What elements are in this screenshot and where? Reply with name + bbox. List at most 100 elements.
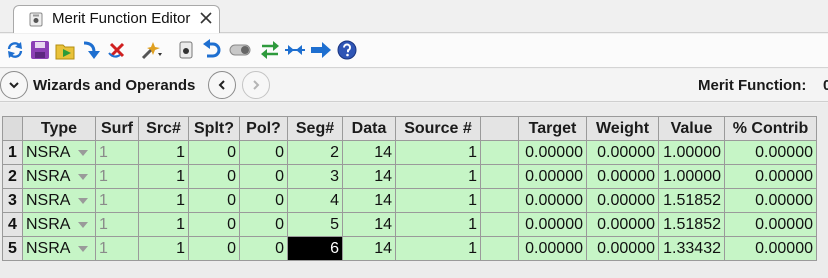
splt-cell[interactable]: 0 [188,212,240,237]
weight-cell[interactable]: 0.00000 [586,188,659,213]
surf-cell[interactable]: 1 [95,140,139,165]
arrow-right-icon[interactable] [310,39,332,61]
value-cell[interactable]: 1.00000 [658,140,725,165]
surf-cell[interactable]: 1 [95,164,139,189]
splt-cell[interactable]: 0 [188,164,240,189]
column-header[interactable] [480,116,519,141]
contrib-cell[interactable]: 0.00000 [724,212,817,237]
source-cell[interactable]: 1 [395,164,481,189]
value-cell[interactable]: 1.00000 [658,164,725,189]
source-cell[interactable]: 1 [395,140,481,165]
source-cell[interactable]: 1 [395,188,481,213]
contrib-cell[interactable]: 0.00000 [724,140,817,165]
chevron-down-icon[interactable] [78,198,88,204]
weight-cell[interactable]: 0.00000 [586,236,659,261]
seg-cell[interactable]: 3 [287,164,343,189]
seg-cell[interactable]: 5 [287,212,343,237]
help-icon[interactable] [336,39,358,61]
column-header[interactable]: % Contrib [724,116,817,141]
target-cell[interactable]: 0.00000 [518,140,587,165]
row-number[interactable]: 4 [2,212,23,237]
type-cell[interactable]: NSRA [22,164,96,189]
contrib-cell[interactable]: 0.00000 [724,164,817,189]
weight-cell[interactable]: 0.00000 [586,140,659,165]
chevron-down-icon[interactable] [78,246,88,252]
blank-cell[interactable] [480,236,519,261]
delete-icon[interactable] [106,39,128,61]
target-cell[interactable]: 0.00000 [518,236,587,261]
value-cell[interactable]: 1.33432 [658,236,725,261]
pol-cell[interactable]: 0 [239,236,288,261]
blank-cell[interactable] [480,212,519,237]
undo-icon[interactable] [201,39,223,61]
device-icon[interactable] [175,39,197,61]
weight-cell[interactable]: 0.00000 [586,164,659,189]
value-cell[interactable]: 1.51852 [658,188,725,213]
src-cell[interactable]: 1 [138,236,189,261]
data-cell[interactable]: 14 [342,236,396,261]
toggle-icon[interactable] [229,39,251,61]
row-number[interactable]: 5 [2,236,23,261]
refresh-icon[interactable] [4,39,26,61]
data-cell[interactable]: 14 [342,188,396,213]
surf-cell[interactable]: 1 [95,212,139,237]
target-cell[interactable]: 0.00000 [518,164,587,189]
pol-cell[interactable]: 0 [239,188,288,213]
load-icon[interactable] [54,39,76,61]
column-header[interactable]: Seg# [287,116,343,141]
contrib-cell[interactable]: 0.00000 [724,188,817,213]
contrib-cell[interactable]: 0.00000 [724,236,817,261]
seg-cell[interactable]: 2 [287,140,343,165]
surf-cell[interactable]: 1 [95,188,139,213]
target-cell[interactable]: 0.00000 [518,212,587,237]
type-cell[interactable]: NSRA [22,236,96,261]
column-header[interactable]: Type [22,116,96,141]
pol-cell[interactable]: 0 [239,212,288,237]
chevron-down-icon[interactable] [78,150,88,156]
splt-cell[interactable]: 0 [188,236,240,261]
save-icon[interactable] [29,39,51,61]
row-number[interactable]: 2 [2,164,23,189]
target-cell[interactable]: 0.00000 [518,188,587,213]
tab-merit-function-editor[interactable]: Merit Function Editor [13,5,220,33]
column-header[interactable]: Value [658,116,725,141]
pol-cell[interactable]: 0 [239,164,288,189]
column-header[interactable]: Source # [395,116,481,141]
surf-cell[interactable]: 1 [95,236,139,261]
insert-icon[interactable] [80,39,102,61]
row-number[interactable]: 3 [2,188,23,213]
expand-wizards-button[interactable] [0,71,28,99]
data-cell[interactable]: 14 [342,164,396,189]
src-cell[interactable]: 1 [138,188,189,213]
seg-cell-selected[interactable]: 6 [287,236,343,261]
value-cell[interactable]: 1.51852 [658,212,725,237]
column-header[interactable]: Data [342,116,396,141]
corner-header[interactable] [2,116,23,141]
blank-cell[interactable] [480,164,519,189]
column-header[interactable]: Pol? [239,116,288,141]
column-header[interactable]: Src# [138,116,189,141]
type-cell[interactable]: NSRA [22,140,96,165]
wizard-icon[interactable] [140,39,162,61]
weight-cell[interactable]: 0.00000 [586,212,659,237]
src-cell[interactable]: 1 [138,140,189,165]
data-cell[interactable]: 14 [342,140,396,165]
data-cell[interactable]: 14 [342,212,396,237]
splt-cell[interactable]: 0 [188,188,240,213]
row-number[interactable]: 1 [2,140,23,165]
previous-button[interactable] [208,71,236,99]
chevron-down-icon[interactable] [78,174,88,180]
source-cell[interactable]: 1 [395,212,481,237]
type-cell[interactable]: NSRA [22,188,96,213]
source-cell[interactable]: 1 [395,236,481,261]
column-header[interactable]: Splt? [188,116,240,141]
compress-icon[interactable] [284,39,306,61]
type-cell[interactable]: NSRA [22,212,96,237]
seg-cell[interactable]: 4 [287,188,343,213]
src-cell[interactable]: 1 [138,164,189,189]
column-header[interactable]: Target [518,116,587,141]
chevron-down-icon[interactable] [78,222,88,228]
close-icon[interactable] [198,10,214,26]
splt-cell[interactable]: 0 [188,140,240,165]
swap-icon[interactable] [259,39,281,61]
